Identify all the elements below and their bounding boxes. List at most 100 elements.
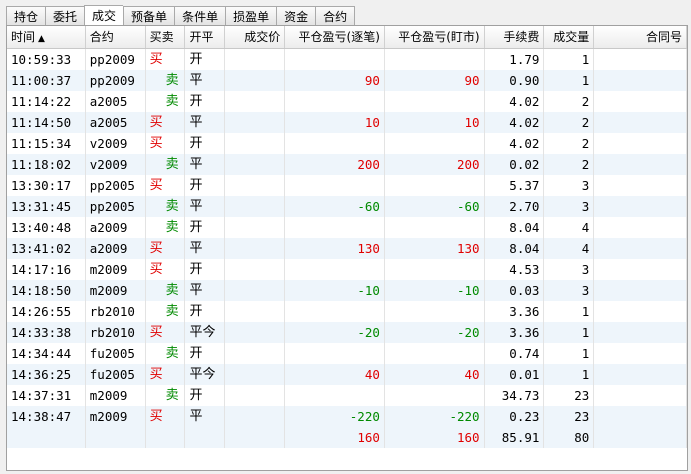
trade-price [225, 343, 286, 364]
open-close: 开 [185, 385, 226, 406]
column-header-price[interactable]: 成交价 [225, 26, 286, 48]
table-header: 时间 ▲ 合约 买卖 开平 成交价 平仓盈亏(逐笔) 平仓盈亏(盯市) 手续费 成… [7, 26, 687, 49]
trade-time: 14:18:50 [7, 280, 86, 301]
contract-code: m2009 [86, 259, 146, 280]
pnl-mark-to-market: 130 [385, 238, 485, 259]
pnl-mark-to-market [385, 91, 485, 112]
buy-side: 买 [149, 409, 163, 424]
fee: 34.73 [485, 385, 545, 406]
order-id [594, 343, 687, 364]
open-close: 开 [185, 301, 226, 322]
contract-code: pp2005 [86, 196, 146, 217]
trade-price [225, 406, 286, 427]
column-header-pnl-by-trade[interactable]: 平仓盈亏(逐笔) [285, 26, 385, 48]
trade-price [225, 280, 286, 301]
column-header-volume[interactable]: 成交量 [544, 26, 595, 48]
pnl-by-trade [285, 91, 385, 112]
order-id [594, 133, 687, 154]
contract-code: rb2010 [86, 322, 146, 343]
tab-trades[interactable]: 成交 [84, 5, 124, 26]
order-id [594, 406, 687, 427]
contract-code: fu2005 [86, 364, 146, 385]
sell-side: 卖 [165, 94, 179, 109]
table-row[interactable]: 11:18:02 v2009 卖平 200 200 0.02 2 [7, 154, 687, 175]
table-row[interactable]: 13:30:17 pp2005 买 开 5.37 3 [7, 175, 687, 196]
totals-spacer [7, 427, 86, 448]
table-row[interactable]: 14:17:16 m2009 买 开 4.53 3 [7, 259, 687, 280]
pnl-mark-to-market: 200 [385, 154, 485, 175]
pnl-by-trade [285, 343, 385, 364]
table-row[interactable]: 11:00:37 pp2009 卖平 90 90 0.90 1 [7, 70, 687, 91]
buy-sell-cell: 卖 [146, 91, 186, 112]
open-close: 平 [185, 112, 226, 133]
table-row[interactable]: 11:14:50 a2005 买平 10 10 4.02 2 [7, 112, 687, 133]
table-row[interactable]: 14:26:55 rb2010 卖开 3.36 1 [7, 301, 687, 322]
column-header-contract[interactable]: 合约 [86, 26, 146, 48]
buy-sell-cell: 卖 [146, 217, 186, 238]
tab-prepared-orders[interactable]: 预备单 [123, 6, 175, 26]
pnl-by-trade [285, 301, 385, 322]
tab-contracts[interactable]: 合约 [315, 6, 356, 26]
table-row[interactable]: 13:31:45 pp2005 卖平 -60 -60 2.70 3 [7, 196, 687, 217]
table-row[interactable]: 13:40:48 a2009 卖开 8.04 4 [7, 217, 687, 238]
buy-side: 买 [149, 52, 163, 67]
fee: 0.03 [485, 280, 545, 301]
trade-time: 14:33:38 [7, 322, 86, 343]
column-header-label: 时间 [11, 30, 36, 44]
pnl-mark-to-market [385, 49, 485, 70]
tab-stop-orders[interactable]: 损盈单 [225, 6, 277, 26]
sell-side: 卖 [165, 388, 179, 403]
contract-code: m2009 [86, 280, 146, 301]
tab-positions[interactable]: 持仓 [6, 6, 46, 26]
table-row[interactable]: 13:41:02 a2009 买平 130 130 8.04 4 [7, 238, 687, 259]
buy-sell-cell: 买 [146, 406, 186, 427]
tab-conditional-orders[interactable]: 条件单 [174, 6, 226, 26]
column-header-open-close[interactable]: 开平 [185, 26, 226, 48]
table-row[interactable]: 14:34:44 fu2005 卖开 0.74 1 [7, 343, 687, 364]
tab-orders[interactable]: 委托 [45, 6, 85, 26]
column-header-order-id[interactable]: 合同号 [594, 26, 687, 48]
table-row[interactable]: 14:38:47 m2009 买平 -220 -220 0.23 23 [7, 406, 687, 427]
trade-time: 14:26:55 [7, 301, 86, 322]
trade-time: 11:14:50 [7, 112, 86, 133]
order-id [594, 70, 687, 91]
table-row[interactable]: 11:14:22 a2005 卖开 4.02 2 [7, 91, 687, 112]
open-close: 平今 [185, 322, 226, 343]
table-row[interactable]: 14:37:31 m2009 卖开 34.73 23 [7, 385, 687, 406]
fee: 0.02 [485, 154, 545, 175]
pnl-mark-to-market [385, 385, 485, 406]
sell-side: 卖 [165, 73, 179, 88]
sell-side: 卖 [165, 220, 179, 235]
volume: 2 [544, 133, 595, 154]
trade-price [225, 385, 286, 406]
buy-side: 买 [149, 178, 163, 193]
pnl-by-trade: -220 [285, 406, 385, 427]
open-close: 平 [185, 280, 226, 301]
pnl-mark-to-market: -20 [385, 322, 485, 343]
table-row[interactable]: 10:59:33 pp2009 买 开 1.79 1 [7, 49, 687, 70]
column-header-fee[interactable]: 手续费 [485, 26, 545, 48]
buy-sell-cell: 买 [146, 364, 186, 385]
order-id [594, 217, 687, 238]
buy-side: 买 [149, 325, 163, 340]
tab-funds[interactable]: 资金 [276, 6, 316, 26]
column-header-time[interactable]: 时间 ▲ [7, 26, 86, 48]
contract-code: pp2009 [86, 49, 146, 70]
table-row[interactable]: 11:15:34 v2009 买 开 4.02 2 [7, 133, 687, 154]
pnl-by-trade [285, 217, 385, 238]
trade-price [225, 112, 286, 133]
pnl-mark-to-market: -10 [385, 280, 485, 301]
totals-spacer [185, 427, 226, 448]
trade-time: 14:17:16 [7, 259, 86, 280]
column-header-pnl-mark-to-market[interactable]: 平仓盈亏(盯市) [385, 26, 485, 48]
table-row[interactable]: 14:36:25 fu2005 买平今 40 40 0.01 1 [7, 364, 687, 385]
totals-spacer [225, 427, 286, 448]
table-row[interactable]: 14:18:50 m2009 卖平 -10 -10 0.03 3 [7, 280, 687, 301]
sell-side: 卖 [165, 304, 179, 319]
totals-row: 160 160 85.91 80 [7, 427, 687, 448]
column-header-buy-sell[interactable]: 买卖 [146, 26, 186, 48]
contract-code: m2009 [86, 406, 146, 427]
contract-code: fu2005 [86, 343, 146, 364]
buy-sell-cell: 买 [146, 133, 186, 154]
table-row[interactable]: 14:33:38 rb2010 买平今 -20 -20 3.36 1 [7, 322, 687, 343]
